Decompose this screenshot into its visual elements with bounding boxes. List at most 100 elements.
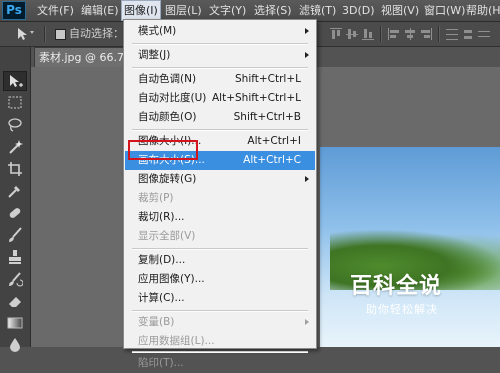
menu-item-label: 计算(C)... — [138, 292, 185, 304]
healing-brush-tool[interactable] — [3, 203, 27, 223]
stamp-icon — [9, 250, 21, 264]
marquee-tool[interactable] — [3, 93, 27, 113]
menu-item-auto-color[interactable]: 自动颜色(O) Shift+Ctrl+B — [125, 108, 315, 127]
distribute-bottom-icon[interactable] — [478, 28, 490, 40]
menu-item-label: 图像旋转(G) — [138, 173, 197, 185]
submenu-arrow-icon — [305, 319, 309, 325]
menu-item-calculations[interactable]: 计算(C)... — [125, 289, 315, 308]
menu-item-label: 变量(B) — [138, 316, 175, 328]
submenu-arrow-icon — [305, 52, 309, 58]
menu-item-duplicate[interactable]: 复制(D)... — [125, 251, 315, 270]
menu-type[interactable]: 文字(Y) — [209, 0, 246, 21]
menu-item-shortcut: Alt+Ctrl+I — [247, 135, 301, 147]
menu-item-shortcut: Alt+Ctrl+C — [243, 154, 301, 166]
marquee-icon — [8, 96, 22, 109]
menu-item-label: 自动色调(N) — [138, 73, 197, 85]
align-bottom-icon[interactable] — [362, 28, 374, 40]
brush-icon — [9, 227, 22, 242]
menu-item-auto-contrast[interactable]: 自动对比度(U) Alt+Shift+Ctrl+L — [125, 89, 315, 108]
image-dropdown-menu: 模式(M) 调整(J) 自动色调(N) Shift+Ctrl+L 自动对比度(U… — [123, 19, 317, 369]
eraser-tool[interactable] — [3, 291, 27, 311]
submenu-arrow-icon — [305, 28, 309, 34]
menu-item-variables[interactable]: 变量(B) — [125, 313, 315, 332]
align-hcenter-icon[interactable] — [404, 28, 416, 40]
menu-item-auto-tone[interactable]: 自动色调(N) Shift+Ctrl+L — [125, 70, 315, 89]
menu-help[interactable]: 帮助(H) — [466, 0, 500, 21]
water-drop-icon — [10, 338, 20, 352]
menu-separator — [132, 67, 308, 69]
magic-wand-tool[interactable] — [3, 137, 27, 157]
menu-item-label: 裁剪(P) — [138, 192, 174, 204]
clone-stamp-tool[interactable] — [3, 247, 27, 267]
menu-item-shortcut: Shift+Ctrl+B — [233, 111, 301, 123]
menu-separator — [132, 351, 308, 353]
menu-item-trap[interactable]: 陷印(T)... — [125, 354, 315, 373]
brush-tool[interactable] — [3, 225, 27, 245]
eyedropper-icon — [8, 186, 20, 198]
options-divider — [44, 26, 46, 42]
menu-item-label: 自动颜色(O) — [138, 111, 197, 123]
align-vcenter-icon[interactable] — [346, 28, 358, 40]
menu-window[interactable]: 窗口(W) — [424, 0, 465, 21]
menu-layer[interactable]: 图层(L) — [165, 0, 202, 21]
bandage-icon — [9, 208, 21, 218]
options-divider — [438, 26, 440, 42]
document-tab[interactable]: 素材.jpg @ 66.7% — [34, 47, 126, 67]
crop-icon — [8, 162, 22, 176]
annotation-highlight-box — [128, 140, 198, 160]
menu-item-label: 应用数据组(L)... — [138, 335, 215, 347]
menu-item-label: 调整(J) — [138, 49, 171, 61]
history-brush-tool[interactable] — [3, 269, 27, 289]
menu-view[interactable]: 视图(V) — [381, 0, 419, 21]
magic-wand-icon — [9, 140, 23, 154]
menu-item-label: 陷印(T)... — [138, 357, 184, 369]
move-tool[interactable] — [3, 71, 27, 91]
menu-item-label: 自动对比度(U) — [138, 92, 207, 104]
align-right-icon[interactable] — [420, 28, 432, 40]
menu-separator — [132, 43, 308, 45]
menu-filter[interactable]: 滤镜(T) — [299, 0, 336, 21]
menu-item-image-rotation[interactable]: 图像旋转(G) — [125, 170, 315, 189]
eraser-icon — [9, 297, 21, 307]
align-top-icon[interactable] — [330, 28, 342, 40]
photoshop-logo: Ps — [2, 1, 26, 20]
menu-separator — [132, 248, 308, 250]
watermark-subtitle: 助你轻松解决 — [366, 303, 438, 316]
menu-item-trim[interactable]: 裁切(R)... — [125, 208, 315, 227]
menu-item-label: 显示全部(V) — [138, 230, 196, 242]
lasso-tool[interactable] — [3, 115, 27, 135]
align-left-icon[interactable] — [388, 28, 400, 40]
auto-select-checkbox[interactable] — [55, 29, 66, 40]
auto-select-label: 自动选择： — [69, 27, 124, 40]
menu-item-label: 裁切(R)... — [138, 211, 185, 223]
menu-item-shortcut: Shift+Ctrl+L — [235, 73, 301, 85]
menu-item-apply-image[interactable]: 应用图像(Y)... — [125, 270, 315, 289]
options-divider — [380, 26, 382, 42]
menu-edit[interactable]: 编辑(E) — [81, 0, 119, 21]
menu-item-mode[interactable]: 模式(M) — [125, 22, 315, 41]
lasso-icon — [8, 118, 22, 132]
menu-item-label: 复制(D)... — [138, 254, 186, 266]
crop-tool[interactable] — [3, 159, 27, 179]
menu-3d[interactable]: 3D(D) — [342, 0, 375, 21]
distribute-vcenter-icon[interactable] — [462, 28, 474, 40]
gradient-icon — [7, 317, 23, 329]
gradient-tool[interactable] — [3, 313, 27, 333]
menu-separator — [132, 129, 308, 131]
menu-item-adjustments[interactable]: 调整(J) — [125, 46, 315, 65]
menu-item-crop[interactable]: 裁剪(P) — [125, 189, 315, 208]
menu-item-apply-data-set[interactable]: 应用数据组(L)... — [125, 332, 315, 351]
menu-item-label: 应用图像(Y)... — [138, 273, 205, 285]
menu-select[interactable]: 选择(S) — [254, 0, 292, 21]
menu-separator — [132, 310, 308, 312]
watermark: 百科全说 助你轻松解决 — [350, 268, 480, 328]
menu-item-reveal-all[interactable]: 显示全部(V) — [125, 227, 315, 246]
submenu-arrow-icon — [305, 176, 309, 182]
blur-tool[interactable] — [3, 335, 27, 355]
eyedropper-tool[interactable] — [3, 181, 27, 201]
distribute-top-icon[interactable] — [446, 28, 458, 40]
watermark-title: 百科全说 — [350, 274, 443, 299]
move-tool-preset-icon[interactable] — [16, 26, 38, 42]
menu-file[interactable]: 文件(F) — [37, 0, 74, 21]
menu-image[interactable]: 图像(I) — [121, 0, 161, 21]
